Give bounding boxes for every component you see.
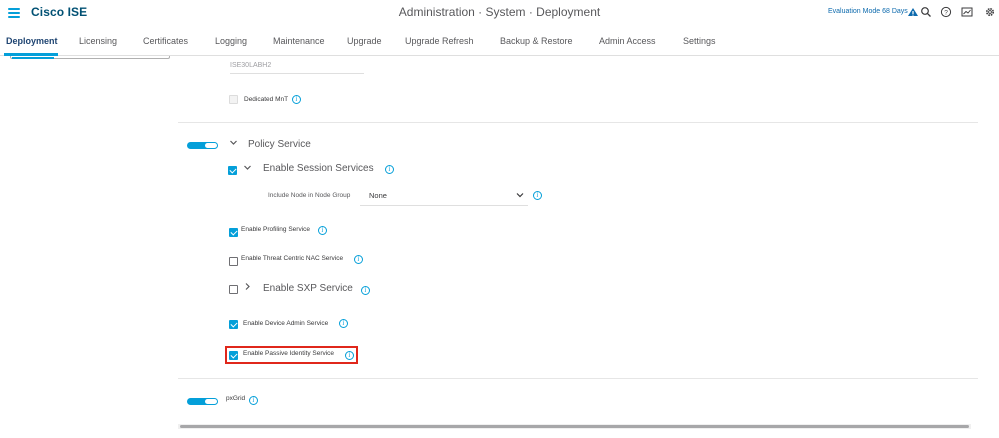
tab-certificates[interactable]: Certificates: [143, 36, 188, 46]
tab-bar: Deployment Licensing Certificates Loggin…: [0, 26, 999, 56]
chevron-down-icon[interactable]: [243, 163, 252, 174]
enable-device-admin-checkbox[interactable]: [229, 320, 238, 329]
node-group-value: None: [369, 191, 387, 200]
node-name-field: ISE30LABH2: [230, 60, 364, 74]
tab-upgrade[interactable]: Upgrade: [347, 36, 382, 46]
sxp-label: Enable SXP Service: [263, 283, 353, 294]
chevron-down-icon[interactable]: [516, 191, 524, 199]
passive-identity-label: Enable Passive Identity Service: [243, 350, 335, 357]
info-icon[interactable]: i: [361, 286, 370, 295]
session-services-label: Enable Session Services: [263, 163, 374, 174]
pxgrid-toggle[interactable]: [187, 398, 218, 405]
chevron-down-icon[interactable]: [229, 138, 238, 149]
policy-service-label: Policy Service: [248, 139, 311, 150]
info-icon[interactable]: i: [385, 165, 394, 174]
gear-icon[interactable]: [984, 6, 996, 18]
info-icon[interactable]: i: [345, 351, 354, 360]
info-icon[interactable]: i: [249, 396, 258, 405]
tab-backup-restore[interactable]: Backup & Restore: [500, 36, 573, 46]
node-name-value: ISE30LABH2: [230, 62, 272, 69]
info-icon[interactable]: i: [339, 319, 348, 328]
evaluation-mode-link[interactable]: Evaluation Mode 68 Days: [828, 8, 908, 15]
info-icon[interactable]: i: [292, 95, 301, 104]
chevron-right-icon[interactable]: [243, 282, 252, 293]
help-icon[interactable]: ?: [940, 6, 952, 18]
tab-maintenance[interactable]: Maintenance: [273, 36, 325, 46]
node-group-label: Include Node in Node Group: [268, 192, 351, 199]
pxgrid-label: pxGrid: [226, 395, 246, 402]
dedicated-mnt-checkbox[interactable]: [229, 95, 238, 104]
tab-settings[interactable]: Settings: [683, 36, 716, 46]
enable-threat-nac-checkbox[interactable]: [229, 257, 238, 266]
info-icon[interactable]: i: [354, 255, 363, 264]
enable-profiling-checkbox[interactable]: [229, 228, 238, 237]
horizontal-scrollbar-thumb[interactable]: [180, 425, 969, 428]
policy-service-toggle[interactable]: [187, 142, 218, 149]
tab-logging[interactable]: Logging: [215, 36, 247, 46]
profiling-label: Enable Profiling Service: [241, 226, 311, 233]
svg-text:?: ?: [944, 9, 948, 16]
tab-upgrade-refresh[interactable]: Upgrade Refresh: [405, 36, 474, 46]
threat-nac-label: Enable Threat Centric NAC Service: [241, 255, 344, 262]
enable-session-services-checkbox[interactable]: [228, 166, 237, 175]
deployment-tree-selection: [12, 57, 54, 59]
dedicated-mnt-label: Dedicated MnT: [244, 96, 289, 103]
info-icon[interactable]: i: [318, 226, 327, 235]
device-admin-label: Enable Device Admin Service: [243, 320, 329, 327]
node-group-select[interactable]: None: [360, 187, 528, 206]
enable-passive-identity-checkbox[interactable]: [229, 351, 238, 360]
dashboard-icon[interactable]: [961, 6, 973, 18]
alert-icon[interactable]: [907, 6, 919, 18]
app-header: Cisco ISE Administration · System · Depl…: [0, 0, 999, 26]
info-icon[interactable]: i: [533, 191, 542, 200]
tab-deployment[interactable]: Deployment: [6, 36, 58, 46]
search-icon[interactable]: [920, 6, 932, 18]
enable-sxp-checkbox[interactable]: [229, 285, 238, 294]
tab-admin-access[interactable]: Admin Access: [599, 36, 656, 46]
section-divider: [178, 378, 978, 379]
section-divider: [178, 122, 978, 123]
tab-licensing[interactable]: Licensing: [79, 36, 117, 46]
